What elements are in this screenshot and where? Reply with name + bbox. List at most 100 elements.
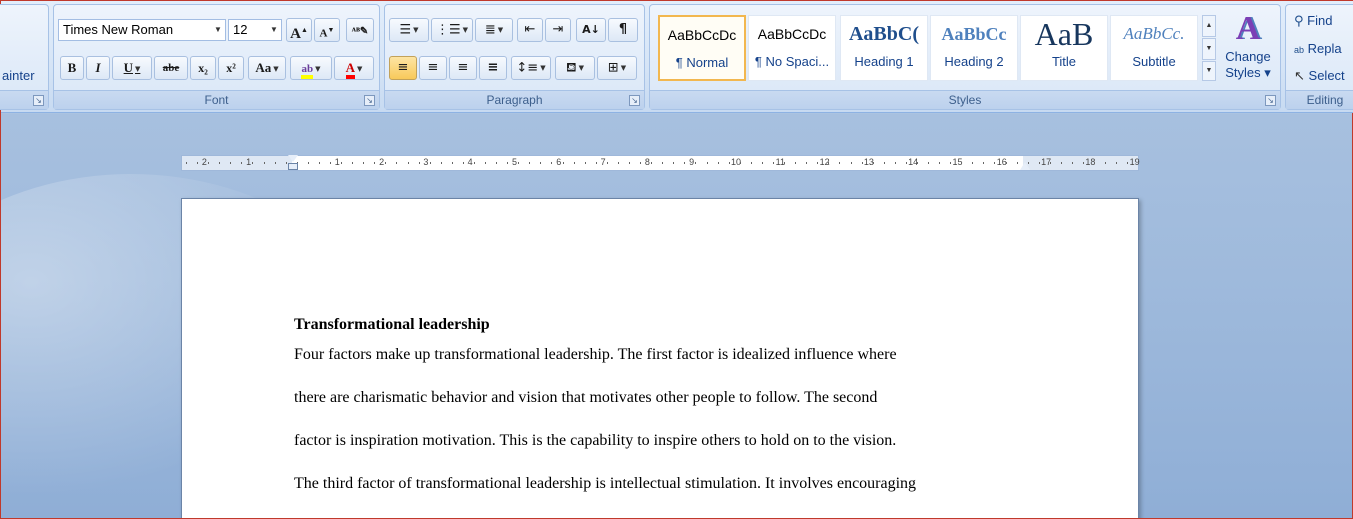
replace-button[interactable]: ab Repla: [1294, 41, 1342, 56]
chevron-down-icon[interactable]: ▼: [621, 64, 626, 72]
subscript-icon: x₂: [198, 61, 208, 75]
strikethrough-button[interactable]: abe: [154, 56, 188, 80]
style-tile-normal[interactable]: AaBbCcDc ¶ Normal: [658, 15, 746, 81]
borders-button[interactable]: ⊞ ▼: [597, 56, 637, 80]
bold-button[interactable]: B: [60, 56, 84, 80]
italic-button[interactable]: I: [86, 56, 110, 80]
format-painter-button[interactable]: ainter: [2, 68, 35, 83]
grow-font-icon: A: [290, 26, 301, 42]
document-heading[interactable]: Transformational leadership: [294, 315, 1034, 335]
bold-icon: B: [67, 60, 77, 75]
ruler-minor-tick: [595, 162, 597, 164]
ruler-minor-tick: [318, 162, 320, 164]
multilevel-list-button[interactable]: ≣ ▼: [475, 18, 513, 42]
ruler-minor-tick: [219, 162, 221, 164]
change-styles-label-2: Styles ▾: [1225, 65, 1271, 80]
pilcrow-icon: ¶: [618, 22, 628, 37]
ruler-minor-tick: [695, 162, 697, 164]
increase-indent-button[interactable]: ⇥: [545, 18, 571, 42]
change-styles-button[interactable]: A Change Styles ▾: [1220, 9, 1276, 89]
increase-indent-icon: ⇥: [552, 22, 564, 37]
document-line[interactable]: factor is inspiration motivation. This i…: [294, 431, 1034, 474]
shading-button[interactable]: ⛾ ▼: [555, 56, 595, 80]
chevron-down-icon[interactable]: ▼: [498, 26, 503, 34]
font-dialog-launcher-icon[interactable]: ↘: [364, 95, 375, 106]
show-formatting-button[interactable]: ¶: [608, 18, 638, 42]
gallery-more-button[interactable]: ▼: [1202, 61, 1216, 81]
chevron-down-icon[interactable]: ▼: [267, 20, 281, 40]
shrink-font-button[interactable]: A▼: [314, 18, 340, 42]
paragraph-dialog-launcher-icon[interactable]: ↘: [629, 95, 640, 106]
ruler-tick-label: 4: [467, 157, 473, 167]
grow-font-button[interactable]: A▲: [286, 18, 312, 42]
align-left-button[interactable]: ≡: [389, 56, 417, 80]
document-line[interactable]: there are charismatic behavior and visio…: [294, 388, 1034, 431]
clear-formatting-button[interactable]: ᴬᴮ✎: [346, 18, 374, 42]
superscript-button[interactable]: x²: [218, 56, 244, 80]
ruler-tick-label: 2: [379, 157, 385, 167]
horizontal-ruler[interactable]: 2 1 1 2 3 4 5 6 7 8 9 10 11 12 13 14 15 16 17 18 19: [181, 155, 1140, 171]
underline-button[interactable]: U ▼: [112, 56, 152, 80]
style-tile-subtitle[interactable]: AaBbCc. Subtitle: [1110, 15, 1198, 81]
ruler-minor-tick: [784, 162, 786, 164]
font-color-button[interactable]: A ▼: [334, 56, 374, 80]
align-center-button[interactable]: ≡: [419, 56, 447, 80]
superscript-icon: x²: [226, 61, 236, 75]
decrease-indent-button[interactable]: ⇤: [517, 18, 543, 42]
styles-dialog-launcher-icon[interactable]: ↘: [1265, 95, 1276, 106]
justify-button[interactable]: ≡: [479, 56, 507, 80]
line-spacing-button[interactable]: ↕≡ ▼: [511, 56, 551, 80]
ruler-minor-tick: [1105, 162, 1107, 164]
document-area[interactable]: 2 1 1 2 3 4 5 6 7 8 9 10 11 12 13 14 15 16 17 18 19 Transfor…: [1, 114, 1352, 518]
ruler-tick-label: 8: [644, 157, 650, 167]
gallery-scroll-down-button[interactable]: ▼: [1202, 38, 1216, 60]
decrease-indent-icon: ⇤: [524, 22, 536, 37]
numbering-button[interactable]: ⋮☰ ▼: [431, 18, 473, 42]
style-tile-heading-1[interactable]: AaBbC( Heading 1: [840, 15, 928, 81]
chevron-down-icon[interactable]: ▼: [413, 26, 418, 34]
align-right-icon: ≡: [457, 60, 469, 75]
ruler-minor-tick: [861, 162, 863, 164]
clipboard-group: ainter ↘: [0, 4, 49, 110]
style-tile-title[interactable]: AaB Title: [1020, 15, 1108, 81]
style-tile-no-spacing[interactable]: AaBbCcDc ¶ No Spaci...: [748, 15, 836, 81]
bullets-button[interactable]: ☰ ▼: [389, 18, 429, 42]
chevron-down-icon[interactable]: ▼: [463, 26, 468, 34]
font-size-combo[interactable]: 12 ▼: [228, 19, 282, 41]
style-name: ¶ No Spaci...: [754, 54, 830, 69]
highlight-button[interactable]: ab ▼: [290, 56, 332, 80]
change-case-button[interactable]: Aa ▼: [248, 56, 286, 80]
style-name: Subtitle: [1132, 54, 1176, 69]
chevron-down-icon[interactable]: ▼: [540, 64, 545, 72]
document-line[interactable]: The third factor of transformational lea…: [294, 474, 1034, 517]
chevron-down-icon[interactable]: ▼: [357, 65, 362, 73]
ruler-minor-tick: [806, 162, 808, 164]
ruler-minor-tick: [1038, 162, 1040, 164]
chevron-down-icon[interactable]: ▼: [273, 65, 278, 73]
gallery-scroll-up-button[interactable]: ▲: [1202, 15, 1216, 37]
chevron-down-icon[interactable]: ▼: [579, 64, 584, 72]
find-button[interactable]: ⚲ Find: [1294, 13, 1332, 29]
chevron-down-icon[interactable]: ▼: [135, 65, 140, 73]
styles-group-label: Styles: [650, 90, 1280, 109]
document-line[interactable]: Four factors make up transformational le…: [294, 345, 1034, 388]
ruler-minor-tick: [983, 162, 985, 164]
font-name-combo[interactable]: Times New Roman ▼: [58, 19, 226, 41]
left-indent-marker[interactable]: [288, 163, 298, 170]
document-page[interactable]: Transformational leadership Four factors…: [181, 198, 1139, 518]
style-preview: AaB: [1034, 16, 1094, 52]
style-tile-heading-2[interactable]: AaBbCc Heading 2: [930, 15, 1018, 81]
align-right-button[interactable]: ≡: [449, 56, 477, 80]
subscript-button[interactable]: x₂: [190, 56, 216, 80]
style-preview: AaBbCcDc: [757, 26, 827, 42]
first-line-indent-marker[interactable]: [288, 155, 298, 162]
change-case-icon: Aa: [255, 60, 272, 75]
right-indent-marker[interactable]: [1020, 162, 1030, 170]
page-content[interactable]: Transformational leadership Four factors…: [294, 315, 1034, 517]
sort-button[interactable]: A↓: [576, 18, 606, 42]
font-color-icon: A: [345, 61, 355, 79]
chevron-down-icon[interactable]: ▼: [315, 65, 320, 73]
select-button[interactable]: ↖ Select: [1294, 68, 1345, 84]
clipboard-launcher-icon[interactable]: ↘: [33, 95, 44, 106]
chevron-down-icon[interactable]: ▼: [211, 20, 225, 40]
